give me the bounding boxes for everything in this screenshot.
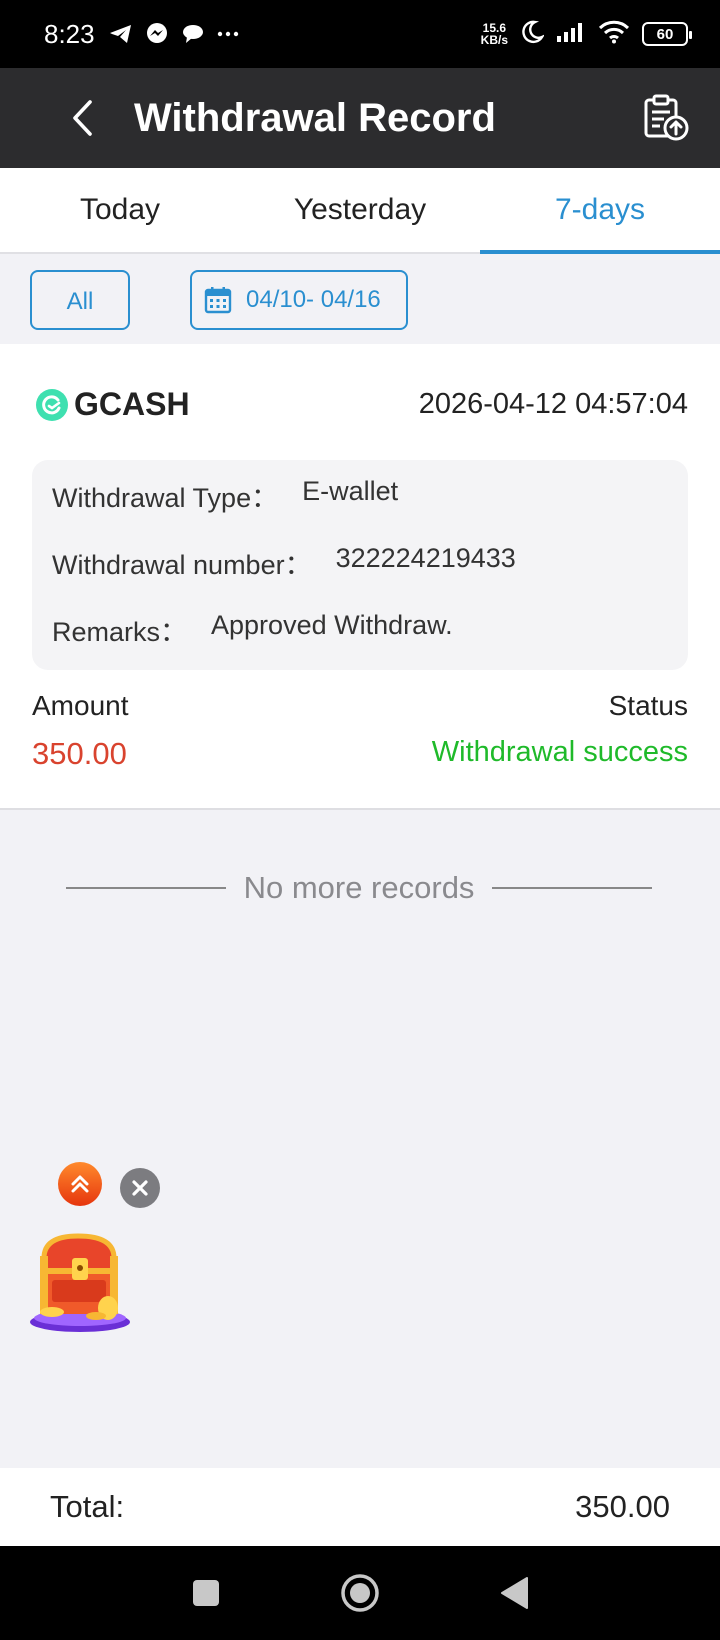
speed-unit: KB/s [480, 33, 508, 47]
system-back-button[interactable] [492, 1571, 536, 1615]
record-header: GCASH 2026-04-12 04:57:04 [36, 386, 688, 423]
telegram-icon [109, 23, 133, 45]
date-range-text: 04/10- 04/16 [246, 286, 381, 313]
status-value: Withdrawal success [431, 736, 688, 768]
withdrawal-number-label: Withdrawal number： [52, 550, 312, 580]
clipboard-upload-icon [644, 94, 689, 141]
page-title: Withdrawal Record [134, 95, 496, 140]
remarks-value: Approved Withdraw. [211, 610, 453, 640]
close-promo-button[interactable] [120, 1168, 160, 1208]
withdrawal-type-row: Withdrawal Type： E-wallet [52, 476, 398, 515]
filter-bar: All 04/10- 04/16 [0, 256, 720, 344]
messenger-icon [145, 22, 169, 46]
close-icon [132, 1180, 148, 1196]
withdrawal-number-row: Withdrawal number： 322224219433 [52, 543, 516, 582]
list-end-indicator: No more records [66, 868, 653, 908]
treasure-chest-promo[interactable] [28, 1228, 134, 1338]
more-dots-icon [217, 31, 239, 37]
home-button[interactable] [338, 1571, 382, 1615]
system-nav-bar [0, 1546, 720, 1640]
record-details: Withdrawal Type： E-wallet Withdrawal num… [32, 460, 688, 670]
calendar-icon [204, 287, 232, 314]
tab-today[interactable]: Today [0, 168, 240, 252]
withdrawal-type-value: E-wallet [302, 476, 399, 506]
chevron-left-icon [73, 100, 92, 136]
no-more-records-text: No more records [243, 870, 475, 905]
export-records-button[interactable] [636, 88, 696, 148]
remarks-row: Remarks： Approved Withdraw. [52, 610, 453, 649]
square-icon [193, 1580, 219, 1606]
total-bar: Total: 350.00 [0, 1468, 720, 1546]
treasure-chest-icon [30, 1233, 130, 1332]
date-tabs: Today Yesterday 7-days [0, 168, 720, 254]
home-circle-icon [341, 1574, 379, 1612]
total-label: Total: [50, 1489, 125, 1524]
double-chevron-up-icon [71, 1175, 89, 1193]
status-bar: 8:23 15.6 KB/s 60 [0, 0, 720, 68]
tab-7-days[interactable]: 7-days [480, 168, 720, 254]
amount-label: Amount [32, 690, 129, 721]
amount-value: 350.00 [32, 736, 127, 771]
status-time: 8:23 [44, 18, 95, 49]
provider-name: GCASH [74, 386, 190, 422]
moon-icon [520, 20, 546, 49]
triangle-back-icon [501, 1577, 528, 1609]
date-range-button[interactable]: 04/10- 04/16 [190, 270, 408, 330]
filter-all-button[interactable]: All [30, 270, 130, 330]
back-button[interactable] [52, 88, 112, 148]
signal-icon [556, 21, 586, 48]
wifi-icon [598, 20, 630, 49]
recents-button[interactable] [184, 1571, 228, 1615]
status-label: Status [608, 690, 688, 721]
scroll-to-top-button[interactable] [58, 1162, 102, 1206]
withdrawal-type-label: Withdrawal Type： [52, 483, 279, 513]
divider-left [66, 887, 226, 889]
app-bar: Withdrawal Record [0, 68, 720, 168]
withdrawal-record-card[interactable]: GCASH 2026-04-12 04:57:04 Withdrawal Typ… [0, 344, 720, 810]
divider-right [492, 887, 653, 889]
battery-icon: 60 [642, 22, 692, 46]
tab-yesterday[interactable]: Yesterday [240, 168, 480, 252]
record-datetime: 2026-04-12 04:57:04 [418, 388, 688, 420]
gcash-logo-icon [36, 388, 68, 421]
chat-bubble-icon [181, 23, 205, 45]
total-value: 350.00 [575, 1489, 670, 1524]
remarks-label: Remarks： [52, 617, 188, 647]
network-speed: 15.6 KB/s [481, 22, 508, 46]
withdrawal-number-value: 322224219433 [335, 543, 516, 573]
